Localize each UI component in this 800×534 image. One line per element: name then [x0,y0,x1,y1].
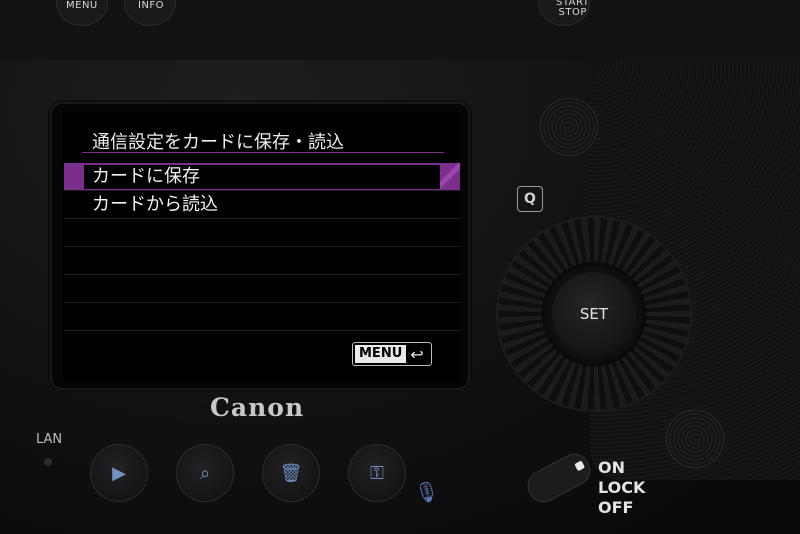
multi-controller-secondary[interactable] [666,410,724,468]
stop-label: STOP [558,7,587,18]
set-button-label: SET [579,305,609,323]
info-button-label: INFO [138,0,165,11]
start-stop-label: START STOP [556,0,589,18]
empty-row [64,275,460,303]
magnify-button[interactable]: ⌕ [176,444,234,502]
menu-button-label: MENU [66,0,98,11]
protect-button[interactable]: ⚿ [348,444,406,502]
menu-item-label: カードから読込 [92,194,218,215]
microphone-icon: 🎙 [414,480,440,504]
title-divider [82,152,444,153]
multi-controller[interactable] [540,98,598,156]
empty-row [64,247,460,275]
protect-key-icon: ⚿ [370,462,384,484]
lan-label: LAN [36,432,63,447]
playback-icon: ▶ [112,462,126,484]
erase-button[interactable]: 🗑 [262,444,320,502]
switch-lock-label: LOCK [598,478,646,497]
menu-return-button[interactable]: MENU ↩ [352,342,432,366]
playback-button[interactable]: ▶ [90,444,148,502]
lan-indicator [44,458,52,466]
magnify-icon: ⌕ [199,462,211,484]
lcd-screen: 通信設定をカードに保存・読込 カードに保存 カードから読込 MENU ↩ [62,112,460,382]
switch-off-label: OFF [598,498,634,517]
set-button[interactable]: SET [552,272,636,356]
trash-icon: 🗑 [279,462,303,484]
menu-item-save-to-card[interactable]: カードに保存 [64,163,460,191]
empty-row [64,303,460,331]
menu-return-label: MENU [355,345,407,363]
return-arrow-icon: ↩ [410,344,424,364]
selection-accent [440,163,460,190]
switch-on-label: ON [598,458,625,477]
empty-row [64,219,460,247]
menu-item-label: カードに保存 [92,166,200,187]
quick-control-button[interactable]: Q [517,186,543,212]
top-panel [0,0,800,60]
brand-logo: Canon [210,393,305,422]
menu-item-load-from-card[interactable]: カードから読込 [64,191,460,219]
menu-title: 通信設定をカードに保存・読込 [92,132,344,153]
